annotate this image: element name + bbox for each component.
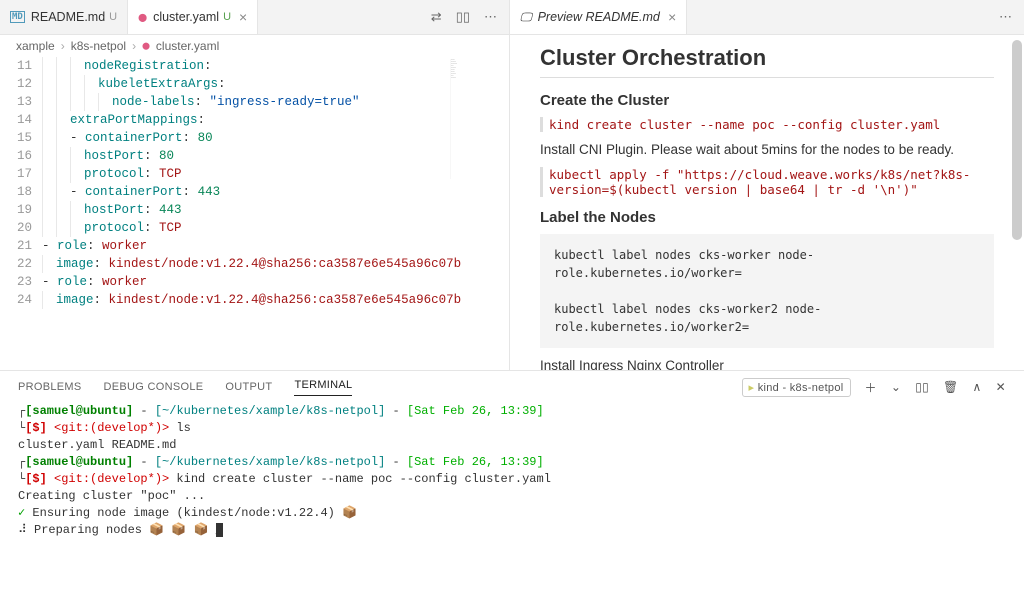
breadcrumb-segment: cluster.yaml (156, 39, 219, 53)
tab-actions: ⇄ ▯▯ ⋯ (431, 9, 509, 25)
tab-label: README.md (31, 10, 105, 24)
panel-tabs: PROBLEMS DEBUG CONSOLE OUTPUT TERMINAL ▸… (0, 371, 1024, 403)
modified-indicator: U (223, 11, 231, 23)
minimap[interactable]: ▬▬▬▬▬▬▬▬▬▬▬▬▬▬▬▬▬▬▬▬▬▬▬▬▬▬▬▬▬▬▬▬▬▬ (450, 59, 505, 179)
tab-cluster[interactable]: ⬤ cluster.yaml U × (128, 0, 258, 34)
compare-icon[interactable]: ⇄ (431, 9, 442, 25)
code-editor[interactable]: 1112131415161718192021222324 nodeRegistr… (0, 57, 509, 370)
split-terminal-icon[interactable]: ▯▯ (915, 380, 929, 394)
preview-icon: 🖵 (520, 10, 532, 25)
paragraph: Install CNI Plugin. Please wait about 5m… (540, 142, 994, 157)
chevron-up-icon[interactable]: ∧ (973, 380, 982, 394)
breadcrumb[interactable]: xample › k8s-netpol › ⬤ cluster.yaml (0, 35, 509, 57)
tab-label: cluster.yaml (153, 10, 219, 24)
bottom-panel: PROBLEMS DEBUG CONSOLE OUTPUT TERMINAL ▸… (0, 370, 1024, 612)
preview-tabs: 🖵 Preview README.md × ⋯ (510, 0, 1024, 35)
trash-icon[interactable]: 🗑 (943, 380, 959, 394)
panel-tab-terminal[interactable]: TERMINAL (294, 379, 352, 396)
modified-indicator: U (109, 11, 117, 23)
preview-pane: 🖵 Preview README.md × ⋯ Cluster Orchestr… (510, 0, 1024, 370)
chevron-down-icon[interactable]: ⌄ (891, 380, 901, 394)
chevron-right-icon: › (61, 39, 65, 53)
section-heading: Label the Nodes (540, 209, 994, 226)
code-content[interactable]: nodeRegistration:kubeletExtraArgs:node-l… (42, 57, 509, 370)
zsh-icon: ▸ (749, 382, 755, 394)
close-icon[interactable]: × (239, 9, 247, 25)
more-icon[interactable]: ⋯ (484, 9, 497, 25)
code-block: kubectl label nodes cks-worker node-role… (540, 234, 994, 348)
markdown-icon: MD (10, 11, 25, 23)
editor-tabs: MD README.md U ⬤ cluster.yaml U × ⇄ ▯▯ ⋯ (0, 0, 509, 35)
terminal[interactable]: ┌[samuel@ubuntu] - [~/kubernetes/xample/… (0, 403, 1024, 612)
yaml-icon: ⬤ (138, 13, 147, 22)
scrollbar[interactable] (1012, 40, 1022, 240)
paragraph: Install Ingress Nginx Controller (540, 358, 994, 370)
markdown-preview: Cluster Orchestration Create the Cluster… (510, 35, 1024, 370)
breadcrumb-segment: k8s-netpol (71, 39, 126, 53)
page-title: Cluster Orchestration (540, 45, 994, 78)
yaml-icon: ⬤ (142, 42, 150, 50)
tab-readme[interactable]: MD README.md U (0, 0, 128, 34)
add-terminal-icon[interactable]: ＋ (865, 379, 877, 396)
tab-preview[interactable]: 🖵 Preview README.md × (510, 0, 687, 34)
tab-label: Preview README.md (538, 10, 660, 24)
code-inline: kind create cluster --name poc --config … (540, 117, 994, 132)
code-inline: kubectl apply -f "https://cloud.weave.wo… (540, 167, 994, 197)
chevron-right-icon: › (132, 39, 136, 53)
split-icon[interactable]: ▯▯ (456, 9, 470, 25)
close-panel-icon[interactable]: ✕ (996, 380, 1006, 394)
close-icon[interactable]: × (668, 9, 676, 25)
panel-tab-problems[interactable]: PROBLEMS (18, 381, 82, 393)
terminal-selector[interactable]: ▸ kind - k8s-netpol (742, 378, 851, 397)
section-heading: Create the Cluster (540, 92, 994, 109)
panel-tab-debug[interactable]: DEBUG CONSOLE (104, 381, 204, 393)
breadcrumb-segment: xample (16, 39, 55, 53)
panel-tab-output[interactable]: OUTPUT (225, 381, 272, 393)
editor-pane: MD README.md U ⬤ cluster.yaml U × ⇄ ▯▯ ⋯… (0, 0, 510, 370)
more-icon[interactable]: ⋯ (999, 9, 1012, 25)
line-gutter: 1112131415161718192021222324 (0, 57, 42, 370)
